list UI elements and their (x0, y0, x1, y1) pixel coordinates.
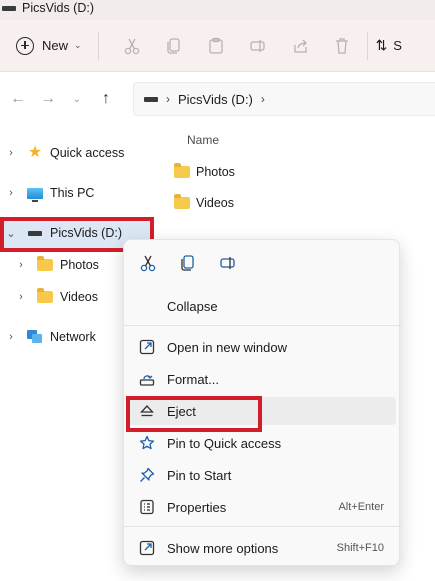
menu-item-label: Show more options (167, 540, 279, 556)
file-name: Videos (196, 196, 234, 210)
chevron-right-icon[interactable]: › (4, 187, 18, 199)
new-button[interactable]: New ⌄ (16, 30, 82, 62)
drive-icon (144, 96, 158, 102)
chevron-right-icon[interactable]: › (14, 291, 28, 303)
rename-icon[interactable] (218, 253, 238, 273)
nav-item-label: This PC (50, 186, 95, 200)
share-icon[interactable] (290, 36, 310, 56)
menu-item-pin-to-quick-access[interactable]: Pin to Quick access (128, 429, 396, 457)
open-new-window-icon (138, 338, 156, 356)
sort-button-label: S (393, 38, 402, 53)
menu-item-label: Properties (167, 499, 227, 515)
network-icon (26, 329, 44, 345)
nav-item-label: Photos (60, 258, 99, 272)
menu-item-label: Pin to Quick access (167, 435, 282, 451)
cut-icon[interactable] (138, 253, 158, 273)
list-item[interactable]: Videos (174, 192, 234, 214)
menu-item-label: Pin to Start (167, 467, 232, 483)
star-icon: ★ (27, 144, 43, 161)
menu-item-shortcut: Alt+Enter (338, 501, 384, 513)
nav-item-quick-access[interactable]: › ★ Quick access (0, 138, 156, 168)
back-arrow-icon[interactable]: ← (7, 90, 29, 108)
address-bar[interactable]: › PicsVids (D:) › (133, 82, 435, 116)
forward-arrow-icon[interactable]: → (37, 90, 59, 108)
file-name: Photos (196, 165, 235, 179)
menu-item-shortcut: Shift+F10 (336, 542, 384, 554)
computer-icon (26, 185, 44, 202)
copy-icon[interactable] (178, 253, 198, 273)
menu-item-label: Collapse (167, 298, 218, 314)
address-row: ← → ⌄ ↑ › PicsVids (D:) › (0, 72, 435, 126)
menu-item-format[interactable]: Format... (128, 365, 396, 393)
nav-item-this-pc[interactable]: › This PC (0, 178, 156, 208)
breadcrumb-item[interactable]: PicsVids (D:) (178, 92, 253, 107)
breadcrumb-separator-icon[interactable]: › (261, 92, 265, 106)
folder-icon (174, 163, 190, 178)
chevron-right-icon[interactable]: › (4, 331, 18, 343)
copy-icon[interactable] (164, 36, 184, 56)
toolbar-divider (97, 31, 99, 60)
nav-item-label: Quick access (50, 146, 125, 160)
window-title: PicsVids (D:) (22, 1, 95, 15)
list-item[interactable]: Photos (174, 161, 235, 183)
delete-icon[interactable] (332, 36, 352, 56)
rename-icon[interactable] (248, 36, 268, 56)
plus-icon (16, 36, 34, 55)
annotation-highlight-box (126, 396, 262, 432)
pin-icon (138, 466, 156, 484)
menu-item-collapse[interactable]: Collapse (128, 292, 396, 320)
menu-divider (124, 325, 401, 326)
cut-icon[interactable] (122, 36, 142, 56)
title-bar: PicsVids (D:) (0, 0, 435, 20)
drive-icon (2, 5, 16, 11)
chevron-down-icon: ⌄ (74, 40, 82, 50)
column-header-name[interactable]: Name (187, 133, 219, 147)
menu-item-label: Format... (167, 371, 220, 387)
star-outline-icon (138, 434, 156, 452)
folder-icon (36, 288, 54, 305)
chevron-right-icon[interactable]: › (4, 147, 18, 159)
sort-button[interactable]: ⇅ S (376, 37, 402, 54)
menu-divider (124, 526, 401, 527)
paste-icon[interactable] (206, 36, 226, 56)
recent-locations-chevron-icon[interactable]: ⌄ (69, 94, 85, 105)
up-arrow-icon[interactable]: ↑ (95, 90, 117, 108)
chevron-right-icon[interactable]: › (14, 259, 28, 271)
menu-item-show-more-options[interactable]: Show more options Shift+F10 (128, 534, 396, 562)
toolbar-divider (366, 31, 368, 60)
nav-item-label: Network (50, 330, 96, 344)
menu-item-properties[interactable]: Properties Alt+Enter (128, 493, 396, 521)
new-button-label: New (42, 38, 69, 53)
command-bar: New ⌄ ⇅ S (0, 20, 435, 72)
show-more-icon (138, 539, 156, 557)
properties-icon (138, 498, 156, 516)
folder-icon (174, 194, 190, 209)
folder-icon (36, 256, 54, 273)
menu-item-label: Open in new window (167, 339, 287, 355)
sort-icon: ⇅ (375, 37, 388, 53)
nav-item-label: Videos (60, 290, 98, 304)
menu-item-open-in-new-window[interactable]: Open in new window (128, 333, 396, 361)
breadcrumb-separator-icon[interactable]: › (166, 92, 170, 106)
context-menu-quick-actions (124, 240, 401, 286)
menu-item-pin-to-start[interactable]: Pin to Start (128, 461, 396, 489)
format-icon (138, 370, 156, 388)
